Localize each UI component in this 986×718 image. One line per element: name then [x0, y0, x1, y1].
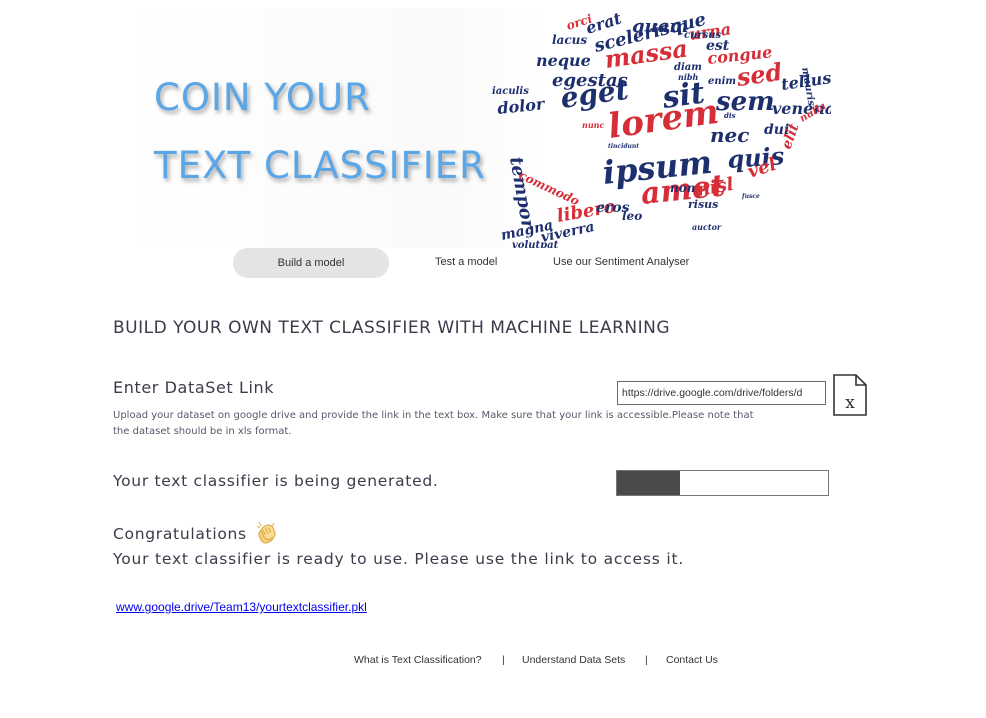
word-cloud-word: dolor: [496, 94, 546, 118]
page-title: BUILD YOUR OWN TEXT CLASSIFIER WITH MACH…: [113, 318, 671, 338]
word-cloud-word: risus: [688, 198, 718, 211]
word-cloud-word: auctor: [692, 222, 722, 232]
word-cloud-word: tempor: [505, 155, 539, 232]
classifier-ready-text: Your text classifier is ready to use. Pl…: [113, 550, 685, 568]
nav-test-model-link[interactable]: Test a model: [435, 256, 497, 268]
word-cloud-word: cursus: [684, 30, 722, 41]
word-cloud-image: loremipsumametsit semquisegetmassasednecn…: [492, 8, 831, 248]
word-cloud-word: fusce: [741, 193, 760, 200]
word-cloud-word: non: [670, 181, 695, 195]
word-cloud-word: leo: [622, 209, 642, 223]
word-cloud-word: nec: [710, 123, 749, 147]
clapping-hands-icon: [256, 521, 276, 544]
word-cloud-word: nunc: [582, 120, 604, 130]
footer-separator: |: [645, 654, 648, 666]
footer-link-contact-us[interactable]: Contact Us: [666, 654, 718, 666]
word-cloud-word: volutpat: [512, 240, 559, 248]
generation-status-text: Your text classifier is being generated.: [113, 472, 439, 490]
word-cloud-word: dis: [724, 111, 736, 120]
footer-separator: |: [502, 654, 505, 666]
word-cloud-word: nibh: [678, 72, 698, 82]
nav-sentiment-analyser-link[interactable]: Use our Sentiment Analyser: [553, 256, 689, 268]
banner-title-line1: COIN YOUR: [154, 76, 371, 119]
footer-link-what-is-text-classification[interactable]: What is Text Classification?: [354, 654, 482, 666]
progress-fill: [617, 471, 681, 495]
generation-progress-bar: [616, 470, 829, 496]
word-cloud-word: neque: [536, 51, 591, 70]
congratulations-text: Congratulations: [113, 525, 247, 543]
word-cloud-word: tincidunt: [608, 143, 639, 150]
word-cloud-word: enim: [708, 76, 736, 87]
dataset-description: Upload your dataset on google drive and …: [113, 410, 754, 437]
xls-file-icon[interactable]: x: [832, 374, 868, 416]
header-banner: COIN YOUR TEXT CLASSIFIER lorem ipsum amet…: [126, 8, 831, 248]
dataset-heading: Enter DataSet Link: [113, 378, 275, 397]
dataset-link-input[interactable]: [617, 381, 826, 405]
footer-link-understand-data-sets[interactable]: Understand Data Sets: [522, 654, 625, 666]
nav-build-model-button[interactable]: Build a model: [233, 248, 389, 278]
word-cloud-word: iaculis: [492, 86, 529, 97]
word-cloud-word: lacus: [552, 33, 587, 47]
classifier-download-link[interactable]: www.google.drive/Team13/yourtextclassifi…: [116, 600, 367, 614]
word-cloud-word: egestas: [552, 70, 628, 91]
svg-text:x: x: [845, 393, 855, 413]
banner-title-line2: TEXT CLASSIFIER: [154, 144, 486, 187]
